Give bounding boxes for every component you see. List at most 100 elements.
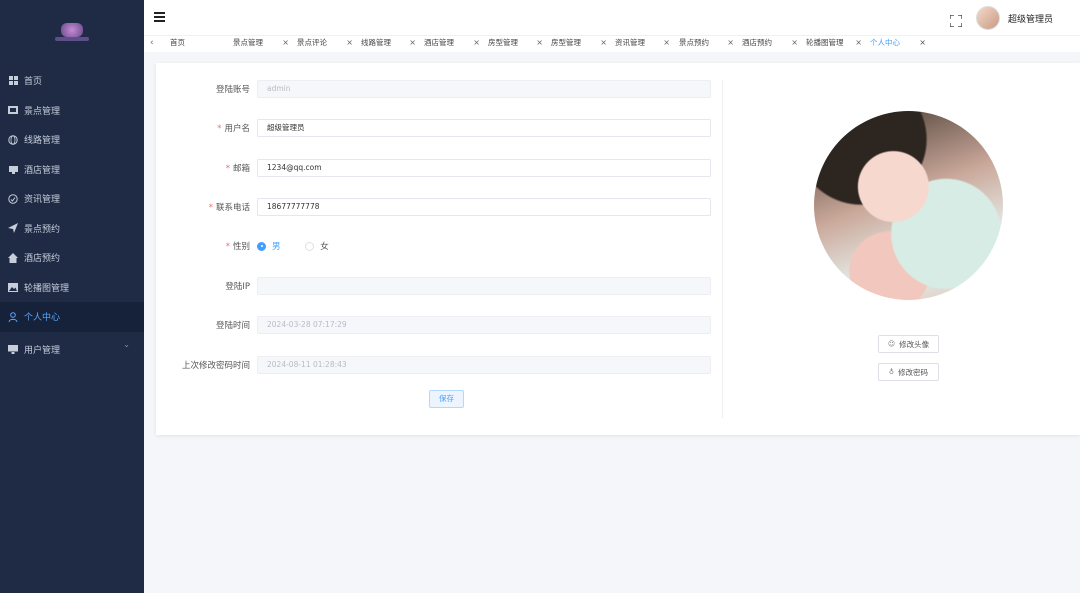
tab-scenic[interactable]: 景点管理 × <box>231 36 289 52</box>
form-row-login-ip: 登陆IP <box>156 277 711 295</box>
tab-profile[interactable]: 个人中心 × <box>868 36 926 52</box>
tab-hotel-booking[interactable]: 酒店预约 × <box>740 36 798 52</box>
phone-field[interactable]: 18677777778 <box>257 198 711 216</box>
tab-label: 资讯管理 <box>615 38 645 47</box>
sidebar-item-hotels[interactable]: 酒店管理 <box>0 155 144 185</box>
sidebar-item-label: 酒店预约 <box>24 254 61 265</box>
gender-male-radio[interactable]: 男 <box>257 240 281 252</box>
globe-icon <box>8 135 18 145</box>
tab-news[interactable]: 资讯管理 × <box>613 36 670 52</box>
close-icon[interactable]: × <box>919 36 926 50</box>
close-icon[interactable]: × <box>282 36 289 50</box>
sidebar: 首页 景点管理 线路管理 酒店管理 资讯管理 景点预约 酒店预约 轮播图管理 个… <box>0 0 144 593</box>
user-name[interactable]: 超级管理员 <box>1008 12 1053 25</box>
gender-female-radio[interactable]: 女 <box>305 240 329 252</box>
close-icon[interactable]: × <box>663 36 670 50</box>
close-icon[interactable]: × <box>727 36 734 50</box>
tab-hotels[interactable]: 酒店管理 × <box>422 36 480 52</box>
username-field[interactable]: 超级管理员 <box>257 119 711 137</box>
close-icon[interactable]: × <box>600 36 607 50</box>
tab-routes[interactable]: 线路管理 × <box>359 36 416 52</box>
sidebar-item-carousel[interactable]: 轮播图管理 <box>0 273 144 303</box>
tab-label: 房型管理 <box>551 38 581 47</box>
sidebar-item-label: 轮播图管理 <box>24 283 70 294</box>
tab-label: 轮播图管理 <box>806 38 844 47</box>
gender-radio-group: 男 女 <box>257 240 351 254</box>
sidebar-item-news[interactable]: 资讯管理 <box>0 184 144 214</box>
home-icon <box>8 252 18 263</box>
change-password-button[interactable]: ♁ 修改密码 <box>878 363 939 381</box>
tab-label: 景点评论 <box>297 38 327 47</box>
change-password-label: 修改密码 <box>898 367 929 377</box>
card-divider <box>722 80 723 418</box>
tab-label: 个人中心 <box>870 38 900 47</box>
sidebar-item-users[interactable]: 用户管理 ⌄ <box>0 332 144 368</box>
grid-icon <box>8 76 18 86</box>
sidebar-item-label: 首页 <box>24 77 43 88</box>
tab-label: 景点预约 <box>679 38 709 47</box>
email-label: * 邮箱 <box>225 164 250 174</box>
sidebar-item-label: 个人中心 <box>24 313 61 324</box>
user-icon <box>8 311 18 322</box>
phone-label: * 联系电话 <box>208 203 250 213</box>
sidebar-item-profile[interactable]: 个人中心 <box>0 302 144 332</box>
form-row-password-time: 上次修改密码时间 2024-08-11 01:28:43 <box>156 356 711 374</box>
change-avatar-label: 修改头像 <box>899 339 930 349</box>
sidebar-item-scenic[interactable]: 景点管理 <box>0 96 144 126</box>
change-avatar-button[interactable]: ☺ 修改头像 <box>878 335 939 353</box>
email-field[interactable]: 1234@qq.com <box>257 159 711 177</box>
gender-label: * 性别 <box>225 242 250 252</box>
sidebar-item-scenic-booking[interactable]: 景点预约 <box>0 214 144 244</box>
sidebar-item-hotel-booking[interactable]: 酒店预约 <box>0 243 144 273</box>
sidebar-item-routes[interactable]: 线路管理 <box>0 125 144 155</box>
sidebar-item-label: 景点预约 <box>24 224 61 235</box>
tab-scenic-booking[interactable]: 景点预约 × <box>677 36 734 52</box>
chevron-down-icon[interactable]: ⌄ <box>123 340 130 349</box>
avatar[interactable] <box>976 6 1000 30</box>
password-time-label: 上次修改密码时间 <box>181 361 250 371</box>
close-icon[interactable]: × <box>855 36 862 50</box>
fullscreen-icon[interactable] <box>949 12 963 28</box>
login-time-field: 2024-03-28 07:17:29 <box>257 316 711 334</box>
close-icon[interactable]: × <box>346 36 353 50</box>
tab-label: 首页 <box>170 38 185 47</box>
close-icon[interactable]: × <box>791 36 798 50</box>
save-button[interactable]: 保存 <box>429 390 464 408</box>
tab-carousel[interactable]: 轮播图管理 × <box>804 36 862 52</box>
close-icon[interactable]: × <box>536 36 543 50</box>
form-row-email: * 邮箱 1234@qq.com <box>156 159 711 177</box>
form-row-phone: * 联系电话 18677777778 <box>156 198 711 216</box>
logo[interactable] <box>0 0 144 70</box>
tab-label: 酒店预约 <box>742 38 772 47</box>
tab-room-types-2[interactable]: 房型管理 × <box>549 36 607 52</box>
chevron-left-icon[interactable]: ‹ <box>150 38 154 48</box>
sidebar-item-label: 酒店管理 <box>24 165 61 176</box>
form-row-gender: * 性别 男 女 <box>156 237 711 255</box>
account-field: admin <box>257 80 711 98</box>
password-time-field: 2024-08-11 01:28:43 <box>257 356 711 374</box>
send-icon <box>8 223 18 234</box>
profile-avatar <box>814 111 1003 300</box>
tab-label: 房型管理 <box>488 38 518 47</box>
sidebar-item-home[interactable]: 首页 <box>0 66 144 96</box>
sidebar-menu: 首页 景点管理 线路管理 酒店管理 资讯管理 景点预约 酒店预约 轮播图管理 个… <box>0 66 144 368</box>
tab-bar: ‹ 首页 景点管理 × 景点评论 × 线路管理 × 酒店管理 × 房型管理 × 房型管理 ×… <box>144 36 1080 52</box>
tab-home[interactable]: 首页 <box>168 36 225 52</box>
image-icon <box>8 282 18 292</box>
form-row-username: * 用户名 超级管理员 <box>156 119 711 137</box>
tab-scenic-comments[interactable]: 景点评论 × <box>295 36 353 52</box>
lock-icon: ♁ <box>888 368 895 376</box>
tab-label: 景点管理 <box>233 38 263 47</box>
close-icon[interactable]: × <box>409 36 416 50</box>
scenic-icon <box>8 105 18 115</box>
avatar-icon: ☺ <box>887 340 896 348</box>
news-icon <box>8 194 18 204</box>
login-ip-field <box>257 277 711 295</box>
close-icon[interactable]: × <box>473 36 480 50</box>
sidebar-item-label: 线路管理 <box>24 136 61 147</box>
login-ip-label: 登陆IP <box>225 282 250 292</box>
account-label: 登陆账号 <box>215 85 250 95</box>
top-header: 超级管理员 <box>144 0 1080 36</box>
hamburger-icon[interactable] <box>154 12 165 22</box>
tab-room-types[interactable]: 房型管理 × <box>486 36 543 52</box>
